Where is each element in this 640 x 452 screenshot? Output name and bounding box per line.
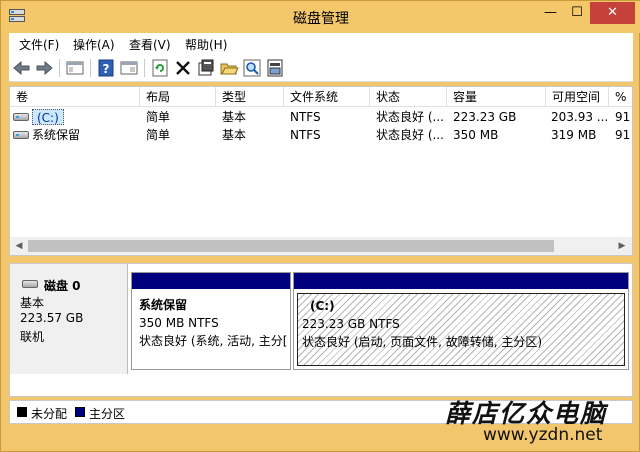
legend-primary-partition: 主分区 xyxy=(89,407,126,421)
maximize-button[interactable]: ☐ xyxy=(564,2,590,24)
properties-pane-icon[interactable] xyxy=(119,58,139,78)
toolbar-separator xyxy=(144,59,145,77)
properties-icon[interactable] xyxy=(196,58,216,78)
filesystem-cell: NTFS xyxy=(290,110,321,124)
layout-cell: 简单 xyxy=(146,128,171,142)
primary-partition-bar xyxy=(294,273,628,289)
toolbar-separator xyxy=(90,59,91,77)
column-header-capacity[interactable]: 容量 xyxy=(447,87,546,107)
column-header-free-space[interactable]: 可用空间 xyxy=(546,87,609,107)
watermark-url: www.yzdn.net xyxy=(483,425,603,445)
volume-name: 系统保留 xyxy=(32,128,81,142)
disk-0-info[interactable]: 磁盘 0 基本 223.57 GB 联机 xyxy=(10,264,128,374)
disk-map-pane[interactable]: 磁盘 0 基本 223.57 GB 联机 系统保留 350 MB NTFS 状态… xyxy=(9,263,633,397)
disk-type: 基本 xyxy=(20,296,45,310)
drive-icon xyxy=(13,113,29,121)
search-icon[interactable] xyxy=(242,58,262,78)
column-header-percent-free[interactable]: % xyxy=(609,87,632,107)
toolbar-separator xyxy=(59,59,60,77)
filesystem-cell: NTFS xyxy=(290,128,321,142)
menu-file[interactable]: 文件(F) xyxy=(19,36,59,53)
forward-icon[interactable] xyxy=(34,58,54,78)
drive-icon xyxy=(13,131,29,139)
export-icon[interactable] xyxy=(265,58,285,78)
disk-management-window: 磁盘管理 — ☐ ✕ 文件(F) 操作(A) 查看(V) 帮助(H) ? 卷 布… xyxy=(0,0,640,452)
table-row[interactable]: (C:) 简单 基本 NTFS 状态良好 (... 223.23 GB 203.… xyxy=(10,108,632,126)
type-cell: 基本 xyxy=(222,110,247,124)
column-header-type[interactable]: 类型 xyxy=(216,87,284,107)
status-cell: 状态良好 (... xyxy=(376,128,444,142)
minimize-button[interactable]: — xyxy=(537,2,564,24)
percent-free-cell: 91 xyxy=(615,128,631,142)
svg-text:?: ? xyxy=(103,62,110,76)
title-bar: 磁盘管理 — ☐ ✕ xyxy=(1,1,640,33)
menu-help[interactable]: 帮助(H) xyxy=(185,36,227,53)
capacity-cell: 350 MB xyxy=(453,128,499,142)
layout-cell: 简单 xyxy=(146,110,171,124)
partition-details: 系统保留 350 MB NTFS 状态良好 (系统, 活动, 主分[ xyxy=(135,293,287,366)
open-icon[interactable] xyxy=(219,58,239,78)
column-header-status[interactable]: 状态 xyxy=(370,87,447,107)
partition-size: 350 MB NTFS xyxy=(139,316,219,330)
primary-partition-swatch xyxy=(75,407,85,417)
column-header-filesystem[interactable]: 文件系统 xyxy=(284,87,370,107)
menu-bar: 文件(F) 操作(A) 查看(V) 帮助(H) xyxy=(9,33,633,54)
scrollbar-thumb[interactable] xyxy=(28,240,554,252)
partition-status: 状态良好 (启动, 页面文件, 故障转储, 主分区) xyxy=(302,335,543,349)
column-header-volume[interactable]: 卷 xyxy=(10,87,140,107)
type-cell: 基本 xyxy=(222,128,247,142)
volume-list[interactable]: 卷 布局 类型 文件系统 状态 容量 可用空间 % (C:) 简单 基本 NTF… xyxy=(9,86,633,256)
toolbar: ? xyxy=(9,54,633,82)
close-button[interactable]: ✕ xyxy=(590,2,635,24)
partition-details: (C:) 223.23 GB NTFS 状态良好 (启动, 页面文件, 故障转储… xyxy=(297,293,625,366)
console-tree-icon[interactable] xyxy=(65,58,85,78)
capacity-cell: 223.23 GB xyxy=(453,110,517,124)
disk-icon xyxy=(22,280,38,288)
partition-size: 223.23 GB NTFS xyxy=(302,317,400,331)
partition-name: (C:) xyxy=(310,299,335,313)
partition-c[interactable]: (C:) 223.23 GB NTFS 状态良好 (启动, 页面文件, 故障转储… xyxy=(293,272,629,370)
partition-status: 状态良好 (系统, 活动, 主分[ xyxy=(139,334,287,348)
scroll-left-icon[interactable]: ◀ xyxy=(11,240,27,252)
table-row[interactable]: 系统保留 简单 基本 NTFS 状态良好 (... 350 MB 319 MB … xyxy=(10,126,632,144)
scroll-right-icon[interactable]: ▶ xyxy=(614,240,630,252)
percent-free-cell: 91 xyxy=(615,110,631,124)
partition-system-reserved[interactable]: 系统保留 350 MB NTFS 状态良好 (系统, 活动, 主分[ xyxy=(131,272,291,370)
primary-partition-bar xyxy=(132,273,290,289)
volume-name: (C:) xyxy=(32,109,64,125)
refresh-icon[interactable] xyxy=(150,58,170,78)
disk-name: 磁盘 0 xyxy=(44,279,81,293)
menu-action[interactable]: 操作(A) xyxy=(73,36,115,53)
free-space-cell: 203.93 ... xyxy=(551,110,608,124)
disk-status: 联机 xyxy=(20,330,45,344)
delete-icon[interactable] xyxy=(173,58,193,78)
column-header-layout[interactable]: 布局 xyxy=(140,87,216,107)
free-space-cell: 319 MB xyxy=(551,128,597,142)
help-icon[interactable]: ? xyxy=(96,58,116,78)
status-cell: 状态良好 (... xyxy=(376,110,444,124)
menu-view[interactable]: 查看(V) xyxy=(129,36,171,53)
legend-unallocated: 未分配 xyxy=(31,407,68,421)
back-icon[interactable] xyxy=(12,58,32,78)
unallocated-swatch xyxy=(17,407,27,417)
horizontal-scrollbar[interactable]: ◀ ▶ xyxy=(10,237,632,255)
disk-size: 223.57 GB xyxy=(20,311,84,325)
volume-list-header: 卷 布局 类型 文件系统 状态 容量 可用空间 % xyxy=(10,87,632,107)
partition-name: 系统保留 xyxy=(139,298,188,312)
